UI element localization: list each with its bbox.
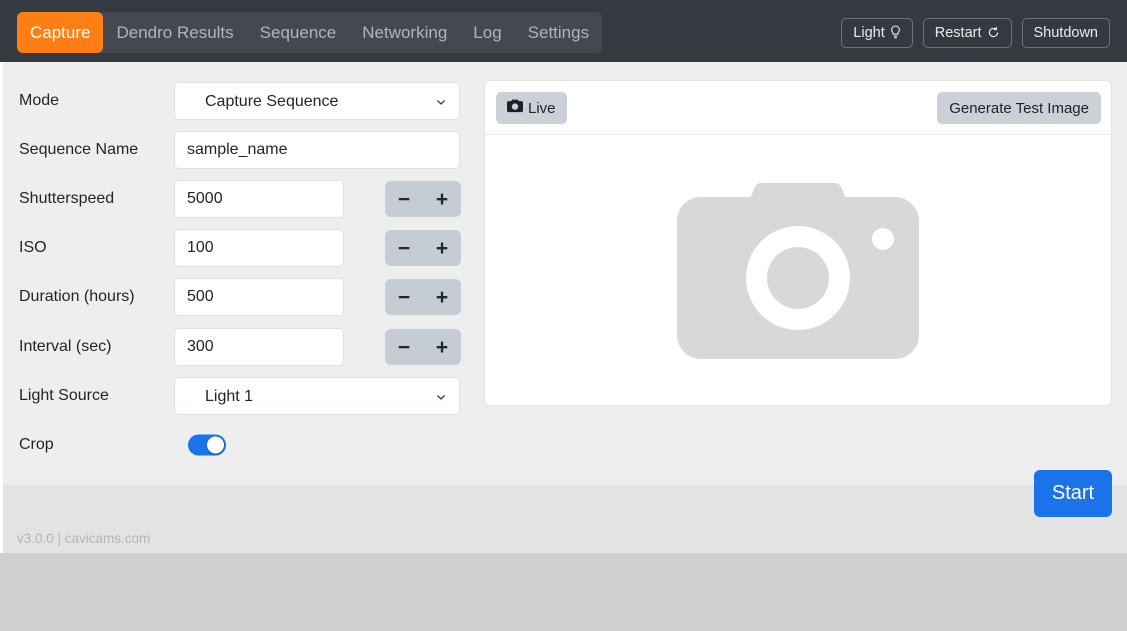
shutdown-button[interactable]: Shutdown [1021, 18, 1110, 48]
live-button[interactable]: Live [496, 92, 567, 124]
interval-decrement-button[interactable]: − [386, 329, 422, 365]
nav-tab-networking[interactable]: Networking [349, 12, 460, 53]
preview-body [485, 135, 1111, 405]
form-row-mode: Mode Capture Sequence Single Capture Tim… [17, 81, 477, 121]
duration-decrement-button[interactable]: − [386, 279, 422, 315]
form-row-sequence-name: Sequence Name [17, 130, 477, 170]
shutterspeed-label: Shutterspeed [19, 190, 115, 207]
nav-tab-label: Log [473, 22, 502, 42]
preview-toolbar: Live Generate Test Image [485, 81, 1111, 135]
nav-tab-label: Dendro Results [116, 22, 234, 42]
light-button-label: Light [853, 24, 885, 41]
form-row-light-source: Light Source Light 1 Light 2 Off [17, 376, 477, 416]
iso-stepper[interactable]: − + [385, 230, 461, 266]
version-text: v3.0.0 | cavicams.com [17, 531, 151, 546]
interval-input[interactable] [174, 328, 344, 366]
duration-input[interactable] [174, 278, 344, 316]
form-row-duration: Duration (hours) − + [17, 277, 477, 317]
camera-icon [507, 99, 523, 117]
light-source-select-wrap: Light 1 Light 2 Off [17, 376, 477, 416]
sequence-name-input[interactable] [174, 131, 460, 169]
nav-tab-label: Settings [527, 22, 590, 42]
start-button[interactable]: Start [1034, 470, 1112, 517]
crop-toggle[interactable] [188, 434, 226, 456]
camera-placeholder-icon [677, 182, 919, 359]
iso-decrement-button[interactable]: − [386, 230, 422, 266]
nav-tab-log[interactable]: Log [460, 12, 514, 53]
nav-tab-dendro-results[interactable]: Dendro Results [103, 12, 246, 53]
shutterspeed-decrement-button[interactable]: − [386, 181, 422, 217]
lightbulb-icon [890, 25, 901, 41]
footer-bar: Start v3.0.0 | cavicams.com [3, 470, 1127, 553]
form-row-crop: Crop [17, 425, 477, 465]
interval-increment-button[interactable]: + [424, 329, 460, 365]
restart-icon [987, 26, 1000, 41]
shutterspeed-stepper[interactable]: − + [385, 181, 461, 217]
live-button-label: Live [528, 99, 556, 117]
nav-tab-label: Sequence [259, 22, 337, 42]
crop-label: Crop [19, 436, 54, 453]
nav-action-group: Light Restart Shutdown [841, 18, 1110, 48]
shutterspeed-increment-button[interactable]: + [424, 181, 460, 217]
content-area: Mode Capture Sequence Single Capture Tim… [3, 62, 1127, 485]
nav-tab-group: Capture Dendro Results Sequence Networki… [17, 12, 603, 53]
light-button[interactable]: Light [841, 18, 913, 48]
light-source-select[interactable]: Light 1 Light 2 Off [174, 377, 460, 415]
app-page: Capture Dendro Results Sequence Networki… [0, 0, 1127, 631]
sequence-name-label: Sequence Name [19, 141, 139, 158]
shutdown-button-label: Shutdown [1033, 24, 1099, 41]
interval-label: Interval (sec) [19, 338, 112, 355]
duration-stepper[interactable]: − + [385, 279, 461, 315]
duration-label: Duration (hours) [19, 288, 135, 305]
page-bottom-fill [0, 553, 1127, 631]
form-row-iso: ISO − + [17, 228, 477, 268]
nav-tab-sequence[interactable]: Sequence [247, 12, 350, 53]
nav-tab-capture[interactable]: Capture [17, 12, 104, 53]
iso-label: ISO [19, 239, 47, 256]
preview-card: Live Generate Test Image [484, 80, 1112, 406]
mode-select-wrap: Capture Sequence Single Capture Timelaps… [17, 81, 477, 121]
nav-tab-settings[interactable]: Settings [515, 12, 602, 53]
interval-stepper[interactable]: − + [385, 329, 461, 365]
nav-tab-label: Capture [30, 22, 91, 42]
top-navbar: Capture Dendro Results Sequence Networki… [0, 0, 1127, 62]
shutterspeed-input[interactable] [174, 180, 344, 218]
iso-increment-button[interactable]: + [424, 230, 460, 266]
restart-button-label: Restart [934, 24, 982, 41]
nav-tab-label: Networking [362, 22, 448, 42]
generate-test-image-button[interactable]: Generate Test Image [937, 92, 1101, 124]
form-row-interval: Interval (sec) − + [17, 327, 477, 367]
restart-button[interactable]: Restart [922, 18, 1012, 48]
mode-select[interactable]: Capture Sequence Single Capture Timelaps… [174, 82, 460, 120]
iso-input[interactable] [174, 229, 344, 267]
duration-increment-button[interactable]: + [424, 279, 460, 315]
crop-toggle-knob [207, 436, 224, 454]
form-row-shutterspeed: Shutterspeed − + [17, 179, 477, 219]
